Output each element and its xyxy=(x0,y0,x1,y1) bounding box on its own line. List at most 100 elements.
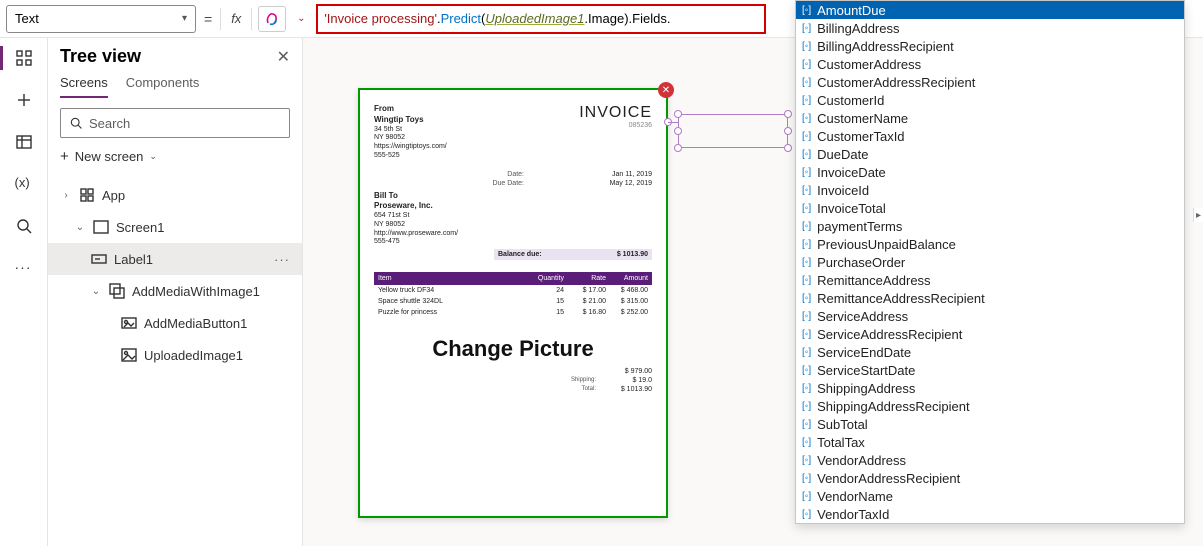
formula-input[interactable]: 'Invoice processing'.Predict(UploadedIma… xyxy=(316,4,766,34)
tree-node-addmedia[interactable]: ⌄ AddMediaWithImage1 xyxy=(60,275,290,307)
resize-handle[interactable] xyxy=(784,144,792,152)
resize-handle[interactable] xyxy=(674,110,682,118)
change-picture-label[interactable]: Change Picture xyxy=(374,336,652,362)
autocomplete-item[interactable]: [◦]CustomerAddressRecipient xyxy=(796,73,1184,91)
autocomplete-item[interactable]: [◦]VendorAddressRecipient xyxy=(796,469,1184,487)
field-icon: [◦] xyxy=(802,311,811,322)
autocomplete-item[interactable]: [◦]RemittanceAddress xyxy=(796,271,1184,289)
field-icon: [◦] xyxy=(802,59,811,70)
resize-handle[interactable] xyxy=(784,127,792,135)
copilot-dropdown[interactable]: ⌄ xyxy=(292,6,310,32)
autocomplete-item[interactable]: [◦]VendorAddress xyxy=(796,451,1184,469)
autocomplete-item[interactable]: [◦]BillingAddressRecipient xyxy=(796,37,1184,55)
rail-data-icon[interactable] xyxy=(14,132,34,152)
autocomplete-item[interactable]: [◦]PurchaseOrder xyxy=(796,253,1184,271)
autocomplete-item[interactable]: [◦]CustomerTaxId xyxy=(796,127,1184,145)
invoice-title: INVOICE 085236 xyxy=(579,104,652,161)
invoice-table-row: Space shuttle 324DL15$ 21.00$ 315.00 xyxy=(374,296,652,307)
field-icon: [◦] xyxy=(802,5,811,16)
autocomplete-item[interactable]: [◦]AmountDue xyxy=(796,1,1184,19)
field-icon: [◦] xyxy=(802,491,811,502)
image-icon xyxy=(120,346,138,364)
rail-insert-icon[interactable] xyxy=(14,90,34,110)
rail-variables-icon[interactable]: (x) xyxy=(14,174,34,194)
autocomplete-item[interactable]: [◦]DueDate xyxy=(796,145,1184,163)
resize-handle[interactable] xyxy=(674,127,682,135)
copilot-icon xyxy=(264,11,280,27)
tree-node-uploadedimage[interactable]: UploadedImage1 xyxy=(60,339,290,371)
autocomplete-item[interactable]: [◦]TotalTax xyxy=(796,433,1184,451)
field-icon: [◦] xyxy=(802,257,811,268)
chevron-down-icon: ⌄ xyxy=(149,151,157,162)
autocomplete-item[interactable]: [◦]ServiceAddress xyxy=(796,307,1184,325)
fx-icon[interactable]: fx xyxy=(227,11,245,26)
tree-node-label1[interactable]: Label1 ··· xyxy=(48,243,302,275)
rail-search-icon[interactable] xyxy=(14,216,34,236)
autocomplete-item[interactable]: [◦]InvoiceId xyxy=(796,181,1184,199)
autocomplete-item[interactable]: [◦]ServiceAddressRecipient xyxy=(796,325,1184,343)
autocomplete-item[interactable]: [◦]BillingAddress xyxy=(796,19,1184,37)
tree-node-addmediabutton[interactable]: AddMediaButton1 xyxy=(60,307,290,339)
divider xyxy=(251,8,252,30)
uploaded-image-preview[interactable]: ✕ From Wingtip Toys 34 5th St NY 98052 h… xyxy=(358,88,668,518)
tab-screens[interactable]: Screens xyxy=(60,75,108,98)
invoice-billto: Bill To Proseware, Inc. 654 71st St NY 9… xyxy=(374,191,458,248)
invoice-dates: Date:Jan 11, 2019 Due Date:May 12, 2019 xyxy=(374,171,652,187)
field-icon: [◦] xyxy=(802,23,811,34)
field-icon: [◦] xyxy=(802,509,811,520)
autocomplete-item[interactable]: [◦]RemittanceAddressRecipient xyxy=(796,289,1184,307)
properties-pane-edge[interactable]: ▸ xyxy=(1193,208,1203,222)
rail-more-icon[interactable]: ··· xyxy=(14,258,34,278)
copilot-button[interactable] xyxy=(258,6,286,32)
formula-method: Predict xyxy=(441,11,481,26)
resize-handle[interactable] xyxy=(674,144,682,152)
caret-right-icon: › xyxy=(60,190,72,201)
delete-badge-icon[interactable]: ✕ xyxy=(658,82,674,98)
property-selector[interactable]: Text ▾ xyxy=(6,5,196,33)
field-icon: [◦] xyxy=(802,473,811,484)
autocomplete-item[interactable]: [◦]VendorName xyxy=(796,487,1184,505)
formula-autocomplete[interactable]: [◦]AmountDue[◦]BillingAddress[◦]BillingA… xyxy=(795,0,1185,524)
tree-node-label: AddMediaWithImage1 xyxy=(132,284,260,299)
more-icon[interactable]: ··· xyxy=(274,252,290,267)
tree-node-label: App xyxy=(102,188,125,203)
new-screen-button[interactable]: + New screen ⌄ xyxy=(60,148,290,165)
autocomplete-item[interactable]: [◦]VendorTaxId xyxy=(796,505,1184,523)
autocomplete-item[interactable]: [◦]InvoiceTotal xyxy=(796,199,1184,217)
search-placeholder: Search xyxy=(89,116,130,131)
formula-string: 'Invoice processing' xyxy=(324,11,437,26)
screen-icon xyxy=(92,218,110,236)
autocomplete-item[interactable]: [◦]ServiceStartDate xyxy=(796,361,1184,379)
field-icon: [◦] xyxy=(802,275,811,286)
autocomplete-item[interactable]: [◦]paymentTerms xyxy=(796,217,1184,235)
autocomplete-item[interactable]: [◦]PreviousUnpaidBalance xyxy=(796,235,1184,253)
rail-tree-view-icon[interactable] xyxy=(14,48,34,68)
autocomplete-item[interactable]: [◦]ShippingAddress xyxy=(796,379,1184,397)
tree-node-app[interactable]: › App xyxy=(60,179,290,211)
label-selection-box[interactable] xyxy=(678,114,788,148)
tab-components[interactable]: Components xyxy=(126,75,200,98)
autocomplete-item[interactable]: [◦]SubTotal xyxy=(796,415,1184,433)
resize-handle[interactable] xyxy=(784,110,792,118)
autocomplete-item[interactable]: [◦]InvoiceDate xyxy=(796,163,1184,181)
autocomplete-item[interactable]: [◦]CustomerId xyxy=(796,91,1184,109)
autocomplete-item[interactable]: [◦]ServiceEndDate xyxy=(796,343,1184,361)
autocomplete-item[interactable]: [◦]ShippingAddressRecipient xyxy=(796,397,1184,415)
formula-tail-prop: Fields xyxy=(632,11,667,26)
left-rail: (x) ··· xyxy=(0,38,48,546)
field-icon: [◦] xyxy=(802,149,811,160)
autocomplete-item[interactable]: [◦]CustomerAddress xyxy=(796,55,1184,73)
autocomplete-item[interactable]: [◦]CustomerName xyxy=(796,109,1184,127)
search-input[interactable]: Search xyxy=(60,108,290,138)
label-icon xyxy=(90,250,108,268)
tree-view-title: Tree view xyxy=(60,46,141,67)
property-selector-value: Text xyxy=(15,11,39,26)
tree-view-panel: Tree view ✕ Screens Components Search + … xyxy=(48,38,303,546)
field-icon: [◦] xyxy=(802,113,811,124)
field-icon: [◦] xyxy=(802,329,811,340)
field-icon: [◦] xyxy=(802,41,811,52)
equals-sign: = xyxy=(202,11,214,27)
field-icon: [◦] xyxy=(802,437,811,448)
tree-node-screen1[interactable]: ⌄ Screen1 xyxy=(60,211,290,243)
close-icon[interactable]: ✕ xyxy=(277,47,290,67)
